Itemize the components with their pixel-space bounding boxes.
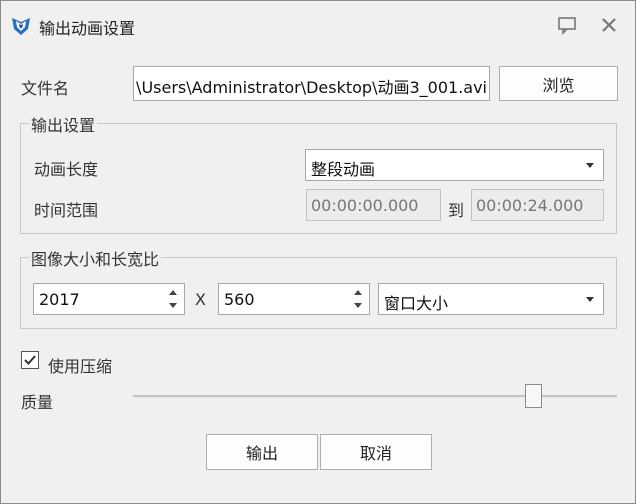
use-compression-checkbox[interactable] [21, 351, 39, 369]
time-range-start-input[interactable]: 00:00:00.000 [306, 189, 441, 221]
size-separator: X [195, 290, 206, 309]
size-preset-value: 窗口大小 [384, 294, 449, 313]
time-range-end-input[interactable]: 00:00:24.000 [471, 189, 604, 221]
stepper-up-icon[interactable] [354, 290, 362, 295]
use-compression-label: 使用压缩 [48, 357, 113, 376]
time-range-to-label: 到 [448, 201, 465, 220]
chevron-down-icon [586, 297, 594, 302]
cancel-button[interactable]: 取消 [320, 434, 432, 470]
width-stepper[interactable]: 2017 [33, 283, 185, 315]
help-icon[interactable] [557, 15, 577, 35]
width-value: 2017 [39, 290, 80, 309]
output-settings-legend: 输出设置 [29, 112, 98, 136]
file-path-input[interactable]: \Users\Administrator\Desktop\动画3_001.avi [133, 66, 490, 101]
image-size-legend: 图像大小和长宽比 [29, 246, 162, 270]
close-icon[interactable] [599, 15, 619, 35]
time-range-end-value: 00:00:24.000 [476, 196, 584, 215]
title-bar: 输出动画设置 [1, 1, 635, 49]
time-range-start-value: 00:00:00.000 [311, 196, 419, 215]
app-logo-icon [12, 18, 30, 35]
browse-button[interactable]: 浏览 [499, 66, 618, 101]
quality-slider-track[interactable] [133, 395, 617, 398]
quality-label: 质量 [21, 393, 54, 412]
height-value: 560 [224, 290, 255, 309]
stepper-up-icon[interactable] [169, 290, 177, 295]
output-button[interactable]: 输出 [206, 434, 318, 470]
window-title: 输出动画设置 [39, 19, 136, 38]
stepper-down-icon[interactable] [354, 303, 362, 308]
stepper-down-icon[interactable] [169, 303, 177, 308]
file-name-label: 文件名 [21, 79, 70, 98]
size-preset-select[interactable]: 窗口大小 [378, 283, 604, 315]
height-stepper[interactable]: 560 [218, 283, 370, 315]
animation-length-value: 整段动画 [311, 160, 376, 179]
animation-length-select[interactable]: 整段动画 [305, 149, 604, 181]
quality-slider-thumb[interactable] [525, 384, 543, 408]
time-range-label: 时间范围 [34, 201, 99, 220]
checkmark-icon [24, 355, 36, 365]
file-path-value: \Users\Administrator\Desktop\动画3_001.avi [136, 78, 487, 97]
chevron-down-icon [586, 163, 594, 168]
animation-length-label: 动画长度 [34, 160, 99, 179]
export-animation-dialog: 输出动画设置 文件名 \Users\Administrator\Desktop\… [0, 0, 636, 504]
